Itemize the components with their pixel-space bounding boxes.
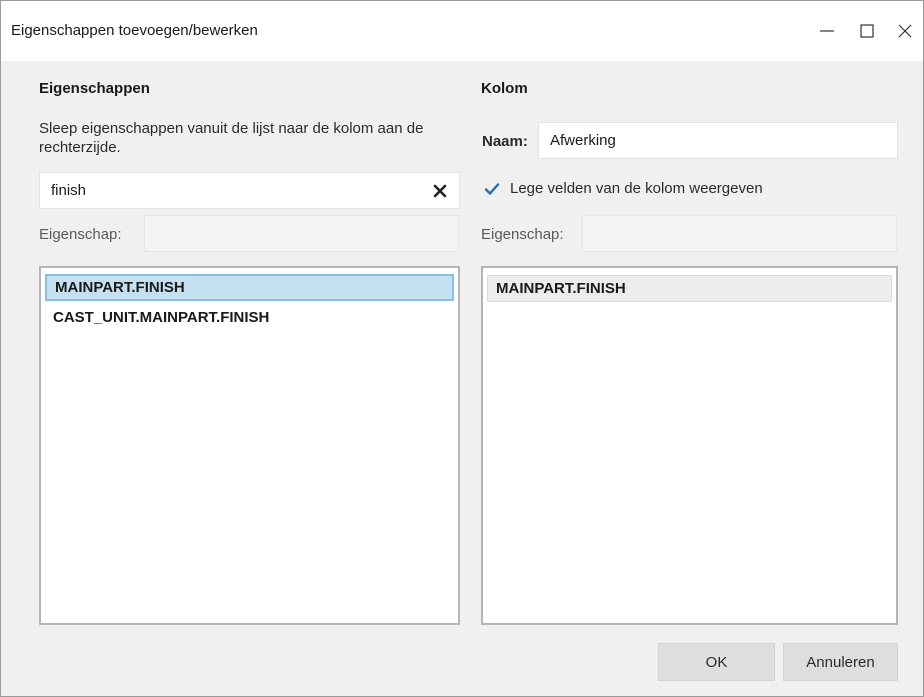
list-item[interactable]: MAINPART.FINISH	[487, 275, 892, 302]
dialog-window: Eigenschappen toevoegen/bewerken Eigensc…	[0, 0, 924, 697]
ok-button[interactable]: OK	[658, 643, 775, 681]
name-label: Naam:	[482, 133, 528, 150]
clear-search-button[interactable]	[431, 182, 449, 200]
available-properties-list[interactable]: MAINPART.FINISH CAST_UNIT.MAINPART.FINIS…	[39, 266, 460, 625]
column-properties-list[interactable]: MAINPART.FINISH	[481, 266, 898, 625]
list-item-label: MAINPART.FINISH	[55, 279, 185, 296]
title-bar: Eigenschappen toevoegen/bewerken	[1, 1, 923, 61]
list-item-label: MAINPART.FINISH	[496, 280, 626, 297]
drag-instruction-text: Sleep eigenschappen vanuit de lijst naar…	[39, 120, 424, 156]
property-search-input[interactable]: finish	[39, 172, 460, 209]
right-property-field	[582, 215, 897, 252]
close-button[interactable]	[885, 13, 924, 49]
minimize-icon	[820, 30, 834, 32]
list-item-label: CAST_UNIT.MAINPART.FINISH	[53, 309, 270, 326]
column-name-value: Afwerking	[550, 132, 616, 149]
close-icon	[898, 24, 912, 38]
right-property-label: Eigenschap:	[481, 226, 564, 243]
window-title: Eigenschappen toevoegen/bewerken	[11, 22, 258, 39]
column-section-title: Kolom	[481, 80, 528, 97]
list-item[interactable]: MAINPART.FINISH	[45, 274, 454, 301]
clear-icon	[433, 184, 447, 198]
left-property-field	[144, 215, 459, 252]
left-property-label: Eigenschap:	[39, 226, 122, 243]
show-empty-checkbox[interactable]	[482, 179, 502, 199]
minimize-button[interactable]	[807, 13, 847, 49]
checkmark-icon	[484, 183, 500, 195]
search-input-value: finish	[51, 182, 87, 199]
maximize-icon	[860, 24, 874, 38]
cancel-button[interactable]: Annuleren	[783, 643, 898, 681]
column-name-input[interactable]: Afwerking	[538, 122, 898, 159]
maximize-button[interactable]	[847, 13, 887, 49]
list-item[interactable]: CAST_UNIT.MAINPART.FINISH	[45, 304, 454, 331]
properties-section-title: Eigenschappen	[39, 80, 150, 97]
show-empty-label[interactable]: Lege velden van de kolom weergeven	[510, 180, 763, 197]
